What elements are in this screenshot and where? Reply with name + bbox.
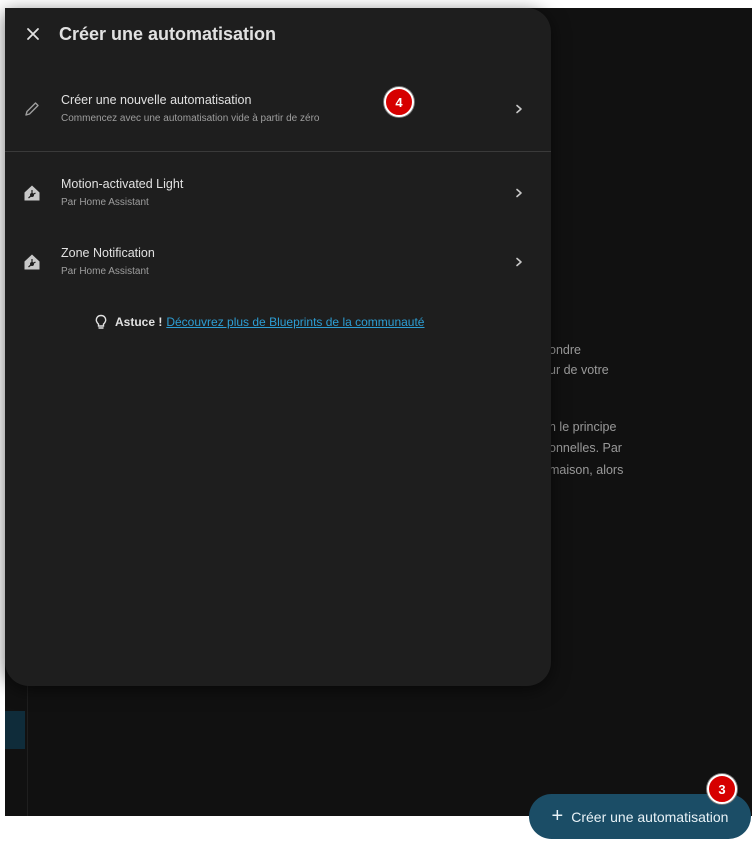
close-icon bbox=[27, 28, 39, 40]
sidebar-active-item[interactable] bbox=[5, 711, 25, 749]
lightbulb-icon bbox=[95, 314, 107, 329]
chevron-right-icon bbox=[509, 99, 529, 119]
background-text-line: maison, alors bbox=[549, 463, 624, 477]
dialog-title: Créer une automatisation bbox=[59, 23, 277, 44]
tip-label: Astuce ! bbox=[115, 315, 163, 329]
blueprint-author: Par Home Assistant bbox=[61, 197, 149, 208]
home-assistant-icon bbox=[21, 251, 43, 273]
home-assistant-icon bbox=[21, 182, 43, 204]
pencil-icon bbox=[21, 98, 43, 120]
new-automation-label: Créer une nouvelle automatisation bbox=[61, 93, 252, 107]
blueprint-item-motion-light[interactable]: Motion-activated Light Par Home Assistan… bbox=[5, 170, 551, 216]
create-automation-label: Créer une automatisation bbox=[571, 808, 729, 825]
close-button[interactable] bbox=[19, 20, 47, 48]
background-text-line: n le principe bbox=[549, 420, 617, 434]
background-text-line: ur de votre bbox=[549, 363, 609, 377]
new-automation-description: Commencez avec une automatisation vide à… bbox=[61, 113, 320, 124]
blueprint-title: Zone Notification bbox=[61, 246, 155, 260]
chevron-right-icon bbox=[509, 183, 529, 203]
step-badge-3: 3 bbox=[707, 774, 737, 804]
background-text-line: onnelles. Par bbox=[549, 441, 622, 455]
step-badge-4: 4 bbox=[384, 87, 414, 117]
list-divider bbox=[5, 151, 551, 152]
blueprint-item-zone-notification[interactable]: Zone Notification Par Home Assistant bbox=[5, 239, 551, 285]
dialog-header: Créer une automatisation bbox=[5, 8, 551, 60]
create-automation-dialog: Créer une automatisation Créer une nouve… bbox=[5, 8, 551, 686]
tip-banner: Astuce ! Découvrez plus de Blueprints de… bbox=[93, 314, 424, 330]
new-automation-item[interactable]: Créer une nouvelle automatisation Commen… bbox=[5, 86, 551, 132]
background-text-line: ondre bbox=[549, 343, 581, 357]
blueprint-author: Par Home Assistant bbox=[61, 266, 149, 277]
chevron-right-icon bbox=[509, 252, 529, 272]
plus-icon: + bbox=[551, 804, 564, 827]
community-blueprints-link[interactable]: Découvrez plus de Blueprints de la commu… bbox=[166, 315, 424, 329]
blueprint-title: Motion-activated Light bbox=[61, 177, 184, 191]
